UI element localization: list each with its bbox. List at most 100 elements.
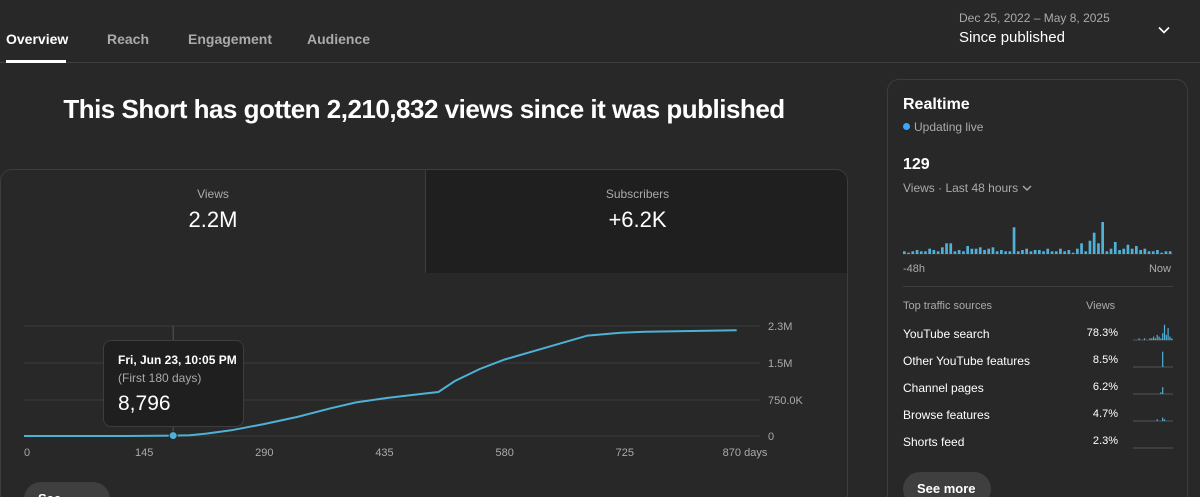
traffic-source-row[interactable]: Channel pages 6.2% [903,381,1173,401]
realtime-bar [1122,248,1126,254]
realtime-bar [907,252,910,254]
sparkline-bar [1149,338,1151,340]
sparkline-bar [1165,334,1167,340]
see-more-button[interactable]: See more [24,482,110,497]
realtime-bar [987,248,991,254]
realtime-bar [915,250,919,254]
traffic-source-percent: 4.7% [1092,408,1118,420]
traffic-source-percent: 78.3% [1086,327,1118,339]
realtime-bar [1168,251,1172,254]
realtime-bar [1113,242,1117,254]
realtime-bar [1118,250,1121,254]
date-range-label[interactable]: Since published [959,29,1065,46]
sparkline-bar [1162,333,1164,340]
chevron-down-icon[interactable] [1155,21,1173,39]
realtime-bar [1071,252,1075,254]
traffic-source-name: Other YouTube features [903,354,1030,368]
x-tick-label: 145 [135,447,153,459]
sparkline-bar [1162,387,1164,394]
realtime-bar [995,251,999,254]
realtime-bar [983,250,986,254]
realtime-count: 129 [903,156,930,173]
sparkline-bar [1163,324,1166,340]
realtime-see-more-button[interactable]: See more [903,472,991,497]
chevron-down-icon [1022,185,1032,191]
realtime-bar [1004,251,1007,254]
sparkline-bar [1167,328,1169,340]
realtime-bar [1151,251,1155,254]
traffic-source-row[interactable]: Shorts feed 2.3% [903,435,1173,455]
realtime-bar [1080,243,1083,254]
sparkline-bar [1169,336,1171,340]
realtime-bar-chart[interactable] [903,210,1173,255]
realtime-bar [941,247,944,254]
traffic-source-percent: 2.3% [1092,435,1118,447]
sparkline-bar [1162,417,1164,421]
realtime-bar [1046,248,1050,254]
sparkline-bar [1160,338,1162,340]
realtime-period-label: Views · Last 48 hours [903,181,1019,195]
sparkline-bar [1138,338,1140,340]
realtime-bar [1008,251,1012,254]
realtime-bar [966,246,969,254]
realtime-bar [1101,222,1104,254]
traffic-source-row[interactable]: Other YouTube features 8.5% [903,351,1173,374]
y-tick-label: 0 [768,431,774,443]
x-tick-label: 725 [616,447,634,459]
x-tick-label: 580 [495,447,513,459]
realtime-bar [1042,251,1045,254]
divider [903,286,1173,287]
sparkline-bar [1160,392,1162,394]
realtime-bar [1088,240,1092,254]
realtime-bar [1139,250,1142,254]
realtime-bar [945,243,948,254]
realtime-bar [1076,248,1079,254]
realtime-bar [1105,251,1109,254]
realtime-bar [1038,250,1041,254]
realtime-bar [1097,243,1100,254]
realtime-bar [911,251,915,254]
sparkline-bar [1171,338,1173,340]
traffic-sparkline [1133,351,1173,368]
realtime-bar [919,251,923,254]
realtime-bar [1135,246,1138,254]
realtime-bar [1130,248,1134,254]
sparkline-bar [1153,336,1155,340]
traffic-source-row[interactable]: Browse features 4.7% [903,408,1173,428]
realtime-bar [1012,227,1016,254]
realtime-card: Realtime Updating live 129 Views · Last … [887,79,1188,497]
realtime-bar [1025,248,1028,254]
date-range-text[interactable]: Dec 25, 2022 – May 8, 2025 [959,11,1110,25]
realtime-period-selector[interactable]: Views · Last 48 hours [903,181,1034,195]
tooltip-subtitle: (First 180 days) [118,371,202,385]
chart-tooltip: Fri, Jun 23, 10:05 PM (First 180 days) 8… [103,340,244,427]
x-tick-label: 435 [375,447,393,459]
realtime-bar [1033,250,1037,254]
realtime-bar [924,251,927,254]
realtime-bar [962,251,965,254]
realtime-bar [1109,248,1113,254]
sparkline-bar [1156,419,1158,421]
sparkline-bar [1163,419,1166,421]
realtime-bar [1059,248,1062,254]
traffic-sparkline [1133,324,1173,341]
realtime-status: Updating live [903,120,983,134]
realtime-bar [1016,251,1020,254]
traffic-source-name: YouTube search [903,327,990,341]
realtime-bar [903,251,906,254]
realtime-bar [978,247,982,254]
live-dot-icon [903,123,910,130]
y-tick-label: 750.0K [768,395,804,407]
traffic-source-row[interactable]: YouTube search 78.3% [903,324,1173,347]
realtime-bar [1156,250,1159,254]
realtime-axis-start: -48h [903,263,926,275]
hover-point[interactable] [168,431,178,441]
realtime-title: Realtime [903,96,970,113]
sparkline-bar [1162,351,1164,367]
realtime-bar [1021,250,1024,254]
traffic-source-name: Channel pages [903,381,984,395]
y-tick-label: 1.5M [768,358,792,370]
x-tick-label: 0 [24,447,30,459]
realtime-bar [936,251,940,254]
realtime-bar [974,248,978,254]
